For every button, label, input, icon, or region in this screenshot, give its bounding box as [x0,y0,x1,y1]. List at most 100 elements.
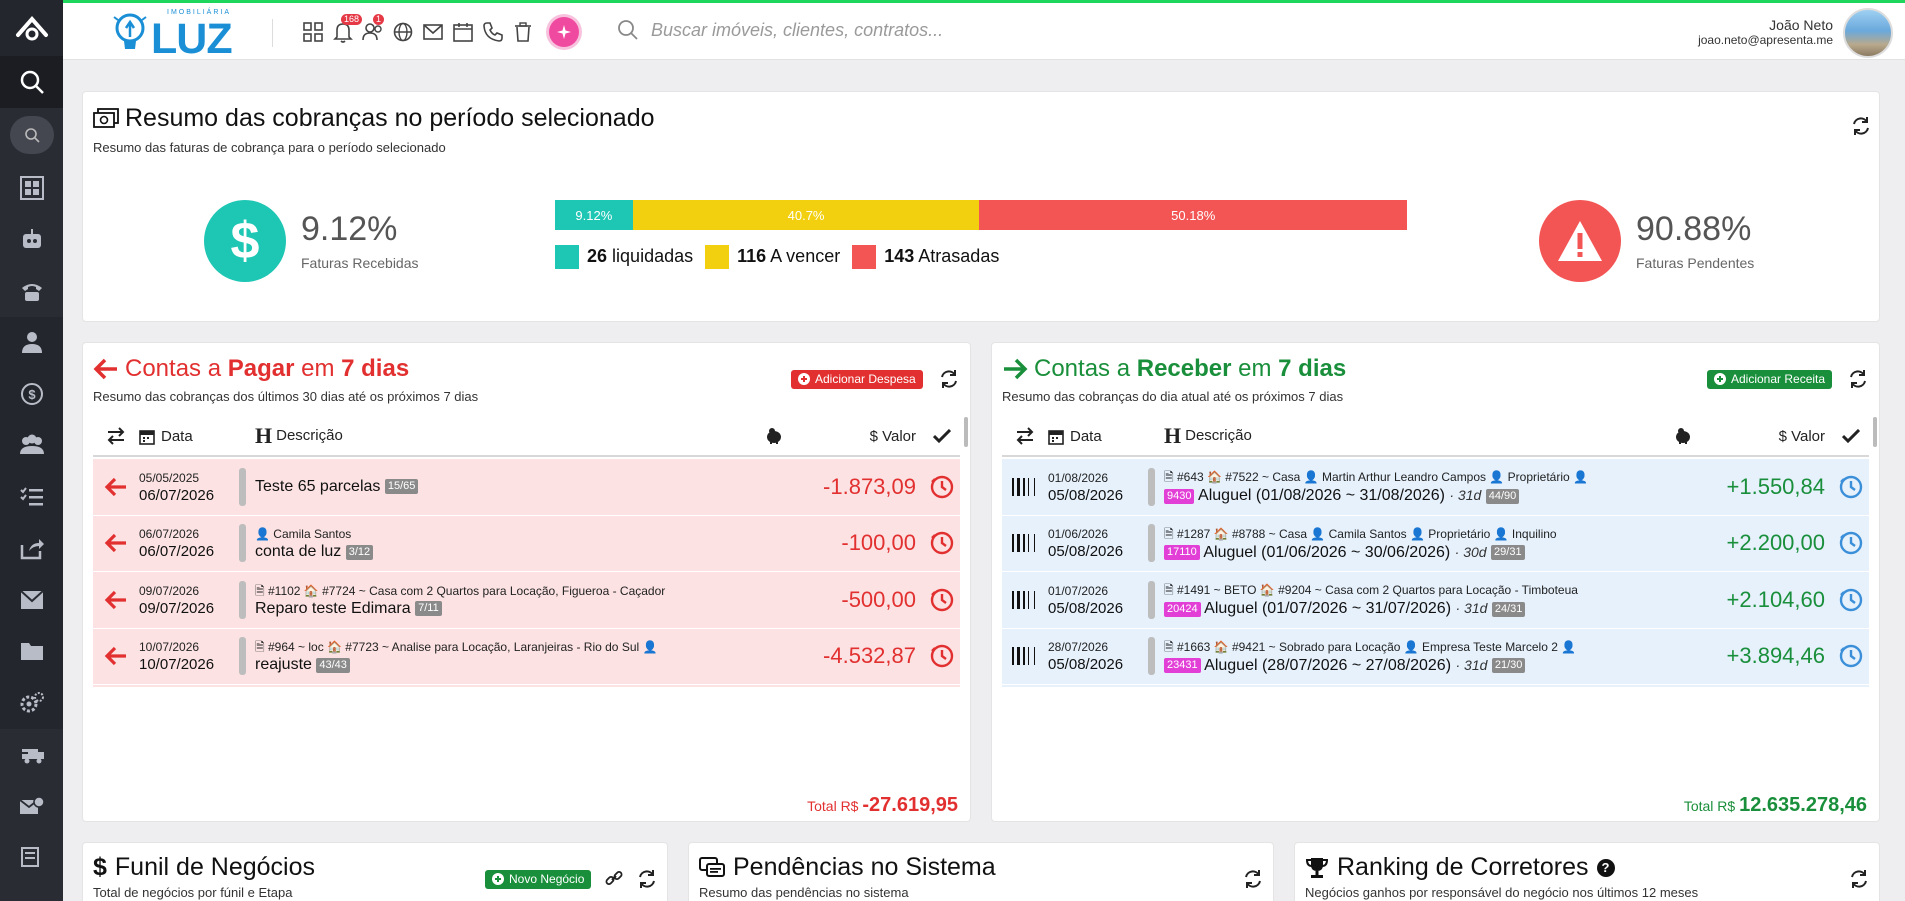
add-expense-button[interactable]: Adicionar Despesa [791,370,923,389]
table-row[interactable]: 09/07/2026 09/07/2026 🗎 #1102 🏠 #7724 ~ Ca… [93,572,960,629]
due-date: 01/07/2026 [1048,583,1109,598]
calendar-icon [1048,429,1064,445]
clock-icon[interactable] [924,644,960,668]
bell-icon[interactable]: 168 [331,14,363,46]
refresh-icon[interactable] [1849,869,1869,894]
report-icon[interactable] [0,832,63,884]
barcode-icon[interactable] [1002,476,1048,498]
finance-icon[interactable]: $ [0,368,63,420]
envelope-icon[interactable] [421,18,445,46]
dashboard-icon[interactable] [0,162,63,214]
tasks-icon[interactable] [0,471,63,523]
piggy-bank-icon[interactable] [1643,427,1723,445]
check-icon[interactable] [924,429,960,443]
user-email: joao.neto@apresenta.me [1698,33,1833,47]
home-icon[interactable] [0,0,63,56]
table-row[interactable]: 01/06/2026 05/08/2026 🗎 #1287 🏠 #8788 ~ Ca… [1002,515,1869,572]
refresh-icon[interactable] [939,369,959,394]
row-description: 🗎 #1287 🏠 #8788 ~ Casa 👤 Camila Santos 👤… [1164,525,1703,562]
clock-icon[interactable] [1833,531,1869,555]
row-marker [1148,524,1155,563]
users-icon[interactable]: 1 [361,14,385,46]
col-description[interactable]: H Descrição [255,427,734,445]
help-icon[interactable]: ? [1596,858,1615,877]
barcode-icon[interactable] [1002,532,1048,554]
refresh-icon[interactable] [637,869,657,894]
installment-badge: 7/11 [415,601,442,617]
clock-icon[interactable] [1833,475,1869,499]
swap-icon[interactable] [93,427,139,445]
settings-icon[interactable] [0,677,63,729]
search-input[interactable] [651,19,1071,41]
col-value[interactable]: $ Valor [814,428,924,445]
telephone-icon[interactable] [481,18,505,46]
table-row[interactable]: 01/08/2026 05/08/2026 🗎 #643 🏠 #7522 ~ Cas… [1002,459,1869,516]
refresh-icon[interactable] [1848,369,1868,394]
barcode-icon[interactable] [1002,589,1048,611]
col-description[interactable]: H Descrição [1164,427,1643,445]
refresh-icon[interactable] [1851,116,1871,141]
check-icon[interactable] [1833,429,1869,443]
trash-icon[interactable] [511,18,535,46]
barcode-icon[interactable] [1002,645,1048,667]
link-icon[interactable] [605,869,623,892]
row-marker [239,580,246,619]
mail-icon[interactable] [0,574,63,626]
installment-badge: 24/31 [1491,601,1526,617]
col-date[interactable]: Data [139,428,239,445]
robot-icon[interactable] [0,214,63,266]
arrow-left-icon[interactable] [93,477,139,497]
row-title-text: Aluguel (28/07/2026 ~ 27/08/2026) [1204,656,1452,674]
table-row[interactable]: 01/07/202605/08/2026🗎 #1724 🏠 #9668 ~ Ar… [1002,685,1869,687]
ai-assistant-icon[interactable] [549,17,579,47]
add-expense-label: Adicionar Despesa [815,372,916,386]
user-info[interactable]: João Neto joao.neto@apresenta.me [1698,17,1833,47]
mail-settings-icon[interactable] [0,780,63,832]
add-income-button[interactable]: Adicionar Receita [1707,370,1833,389]
logo-text: LUZ [151,15,233,63]
row-marker [1148,580,1155,619]
scrollbar[interactable] [1873,417,1877,447]
share-icon[interactable] [0,522,63,574]
quick-search-icon[interactable] [9,116,54,154]
swap-icon[interactable] [1002,427,1048,445]
scrollbar[interactable] [964,417,968,447]
row-title: conta de luz 3/12 [255,543,794,561]
truck-icon[interactable] [0,729,63,781]
contract-code-badge: 9430 [1164,488,1195,504]
apps-grid-icon[interactable] [301,18,325,46]
table-row[interactable]: 28/07/2026 05/08/2026 🗎 #1663 🏠 #9421 ~ So… [1002,628,1869,685]
table-row[interactable]: 01/07/202610/07/2026Karine aa 16/30-150,… [93,685,960,687]
table-row[interactable]: 06/07/2026 06/07/2026 👤 Camila Santos conta… [93,515,960,572]
piggy-bank-icon[interactable] [734,427,814,445]
clock-icon[interactable] [924,588,960,612]
clock-icon[interactable] [1833,588,1869,612]
legend-text: A vencer [770,245,841,266]
table-row[interactable]: 01/07/2026 05/08/2026 🗎 #1491 ~ BETO 🏠 #92… [1002,572,1869,629]
warning-icon [1539,200,1621,282]
clock-icon[interactable] [1833,644,1869,668]
globe-icon[interactable] [391,18,415,46]
installment-badge: 29/31 [1491,545,1525,561]
row-meta: 🗎 #643 🏠 #7522 ~ Casa 👤 Martin Arthur Le… [1164,470,1588,485]
people-icon[interactable] [0,419,63,471]
user-icon[interactable] [0,316,63,368]
phone-icon[interactable] [0,265,63,317]
calendar-icon[interactable] [451,18,475,46]
table-row[interactable]: 10/07/2026 10/07/2026 🗎 #964 ~ loc 🏠 #7723… [93,628,960,685]
folder-icon[interactable] [0,625,63,677]
search-icon[interactable] [0,56,63,108]
col-date[interactable]: Data [1048,428,1148,445]
clock-icon[interactable] [924,475,960,499]
avatar[interactable] [1843,8,1893,58]
received-label: Faturas Recebidas [301,255,419,271]
arrow-left-icon[interactable] [93,646,139,666]
arrow-left-icon[interactable] [93,590,139,610]
arrow-left-icon[interactable] [93,533,139,553]
table-row[interactable]: 05/05/2025 06/07/2026 Teste 65 parcelas 15… [93,459,960,516]
clock-icon[interactable] [924,531,960,555]
brand-logo[interactable]: IMOBILIÁRIA LUZ [111,9,239,63]
col-value[interactable]: $ Valor [1723,428,1833,445]
refresh-icon[interactable] [1243,869,1263,894]
new-deal-button[interactable]: Novo Negócio [485,870,592,889]
